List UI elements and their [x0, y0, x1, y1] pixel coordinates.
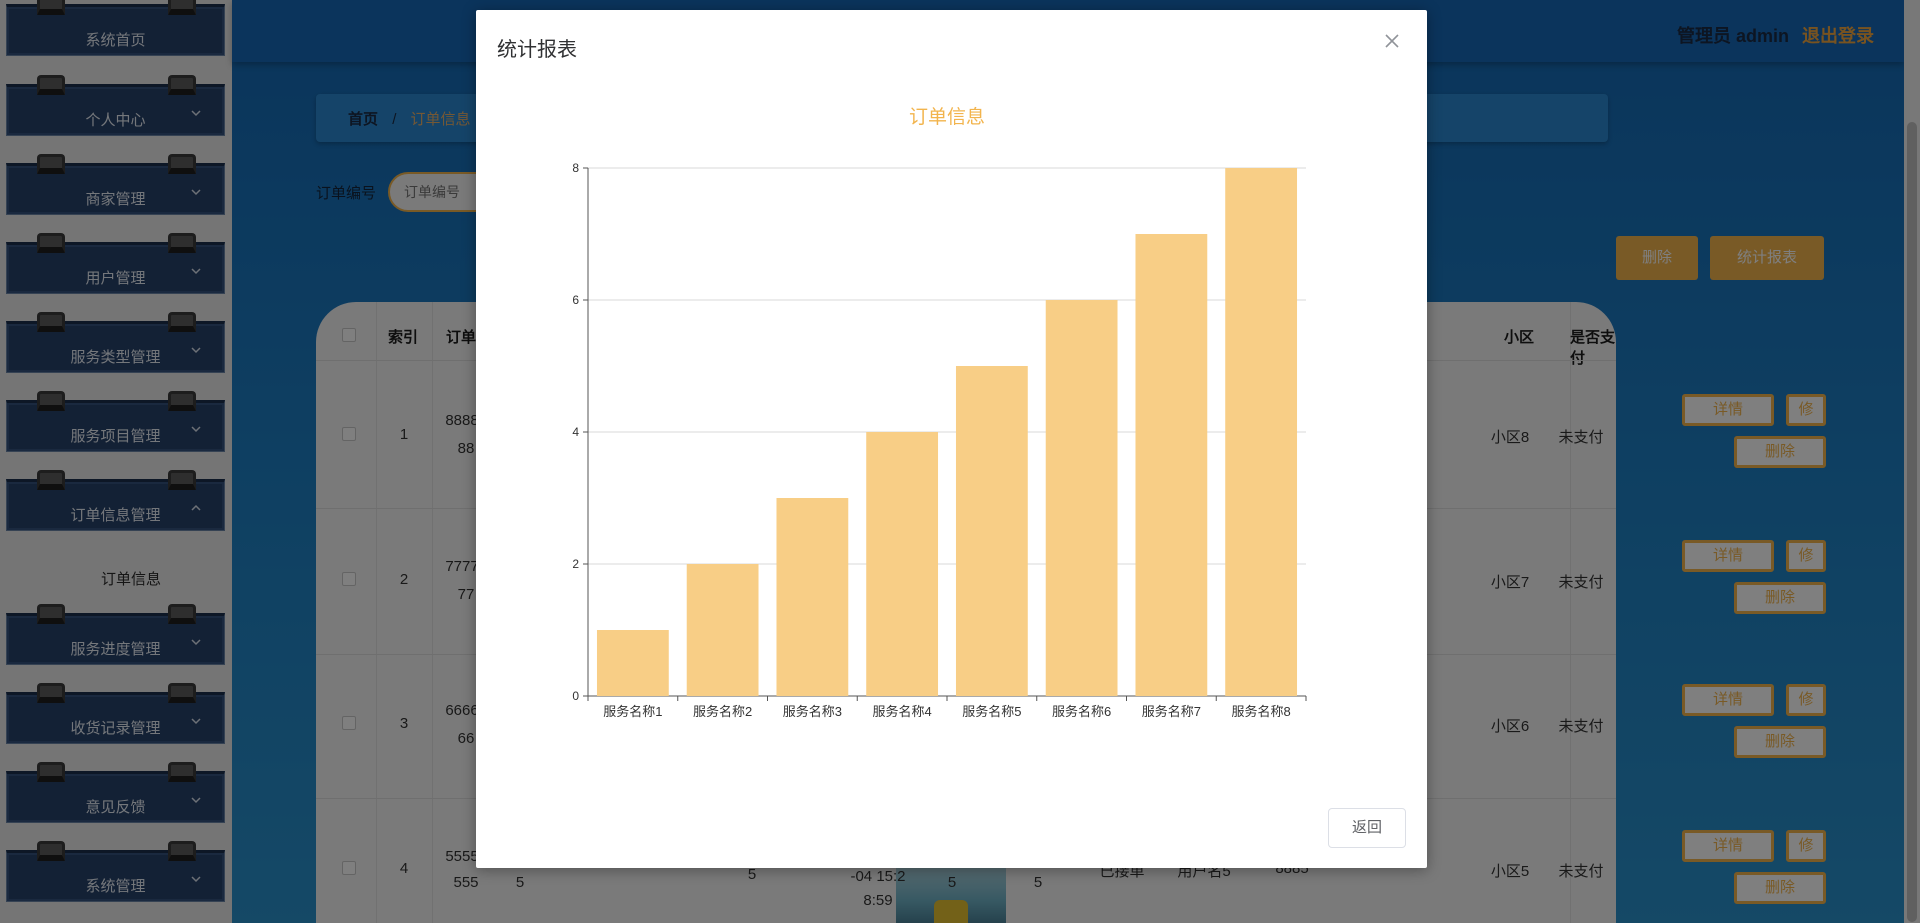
y-tick-label: 4 [572, 425, 579, 439]
bar-3 [776, 498, 849, 696]
bar-4 [866, 432, 939, 696]
x-tick-label: 服务名称6 [1052, 704, 1111, 719]
y-tick-label: 2 [572, 557, 579, 571]
x-tick-label: 服务名称1 [603, 704, 662, 719]
back-button[interactable]: 返回 [1328, 808, 1406, 848]
x-tick-label: 服务名称5 [962, 704, 1021, 719]
x-tick-label: 服务名称3 [783, 704, 842, 719]
x-tick-label: 服务名称4 [873, 704, 932, 719]
y-tick-label: 8 [572, 161, 579, 175]
bar-5 [955, 366, 1028, 696]
bar-7 [1135, 234, 1208, 696]
bar-8 [1225, 168, 1298, 696]
bar-6 [1045, 300, 1118, 696]
y-tick-label: 6 [572, 293, 579, 307]
chart-title: 订单信息 [909, 106, 985, 128]
x-tick-label: 服务名称7 [1142, 704, 1201, 719]
stats-dialog: 统计报表 订单信息 0 2 4 6 8 服务名称1 服务名称2 服务名称3 服务名称4 服务名称5 服… [476, 10, 1427, 868]
bar-chart: 订单信息 0 2 4 6 8 服务名称1 服务名称2 服务名称3 服务名称4 服务名称5 服务名称6 服… [572, 106, 1307, 719]
y-tick-label: 0 [572, 689, 579, 703]
x-tick-label: 服务名称2 [693, 704, 752, 719]
bar-2 [686, 564, 759, 696]
bar-1 [596, 630, 669, 696]
x-tick-label: 服务名称8 [1232, 704, 1291, 719]
